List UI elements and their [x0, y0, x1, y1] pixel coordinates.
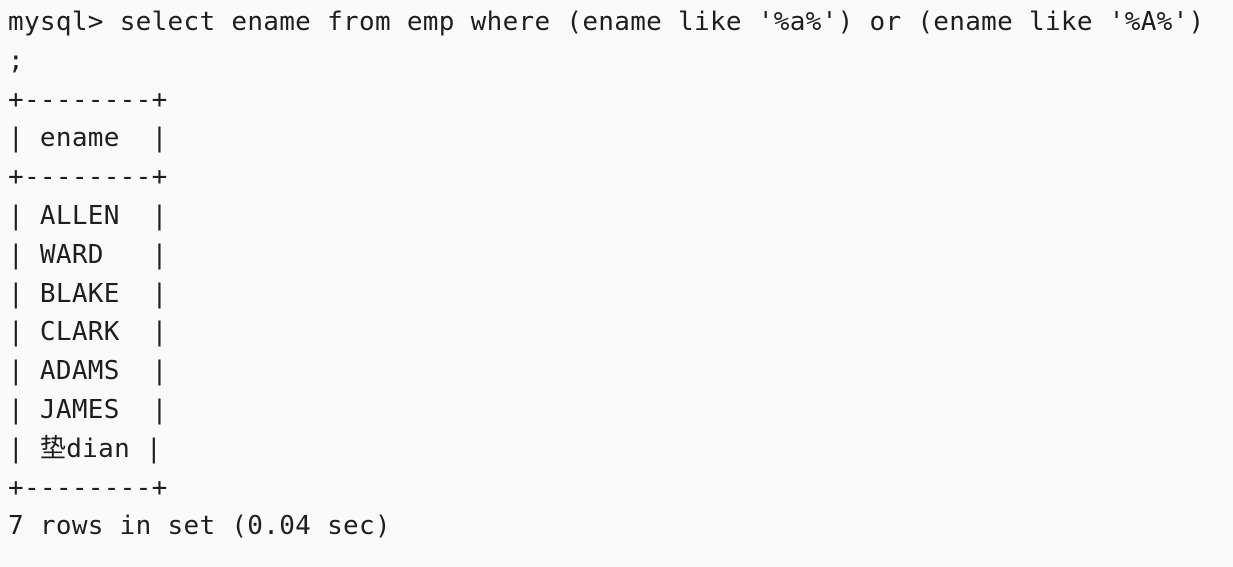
command-continuation: ; — [8, 45, 24, 76]
result-summary: 7 rows in set (0.04 sec) — [8, 511, 391, 542]
table-header: | ename | — [8, 123, 168, 154]
table-row: | 垫dian | — [8, 433, 162, 464]
table-row: | ADAMS | — [8, 356, 168, 387]
table-border-bottom: +--------+ — [8, 472, 168, 503]
mysql-prompt: mysql> — [8, 7, 120, 37]
table-border-mid: +--------+ — [8, 162, 168, 193]
table-border-top: +--------+ — [8, 84, 168, 115]
command-line: mysql> select ename from emp where (enam… — [8, 3, 1233, 42]
sql-query: select ename from emp where (ename like … — [119, 7, 1205, 37]
terminal-window[interactable]: mysql> select ename from emp where (enam… — [0, 0, 1233, 567]
table-row: | JAMES | — [8, 394, 168, 425]
table-row: | BLAKE | — [8, 278, 168, 309]
table-row: | WARD | — [8, 239, 168, 270]
table-row: | CLARK | — [8, 317, 168, 348]
table-row: | ALLEN | — [8, 200, 168, 231]
